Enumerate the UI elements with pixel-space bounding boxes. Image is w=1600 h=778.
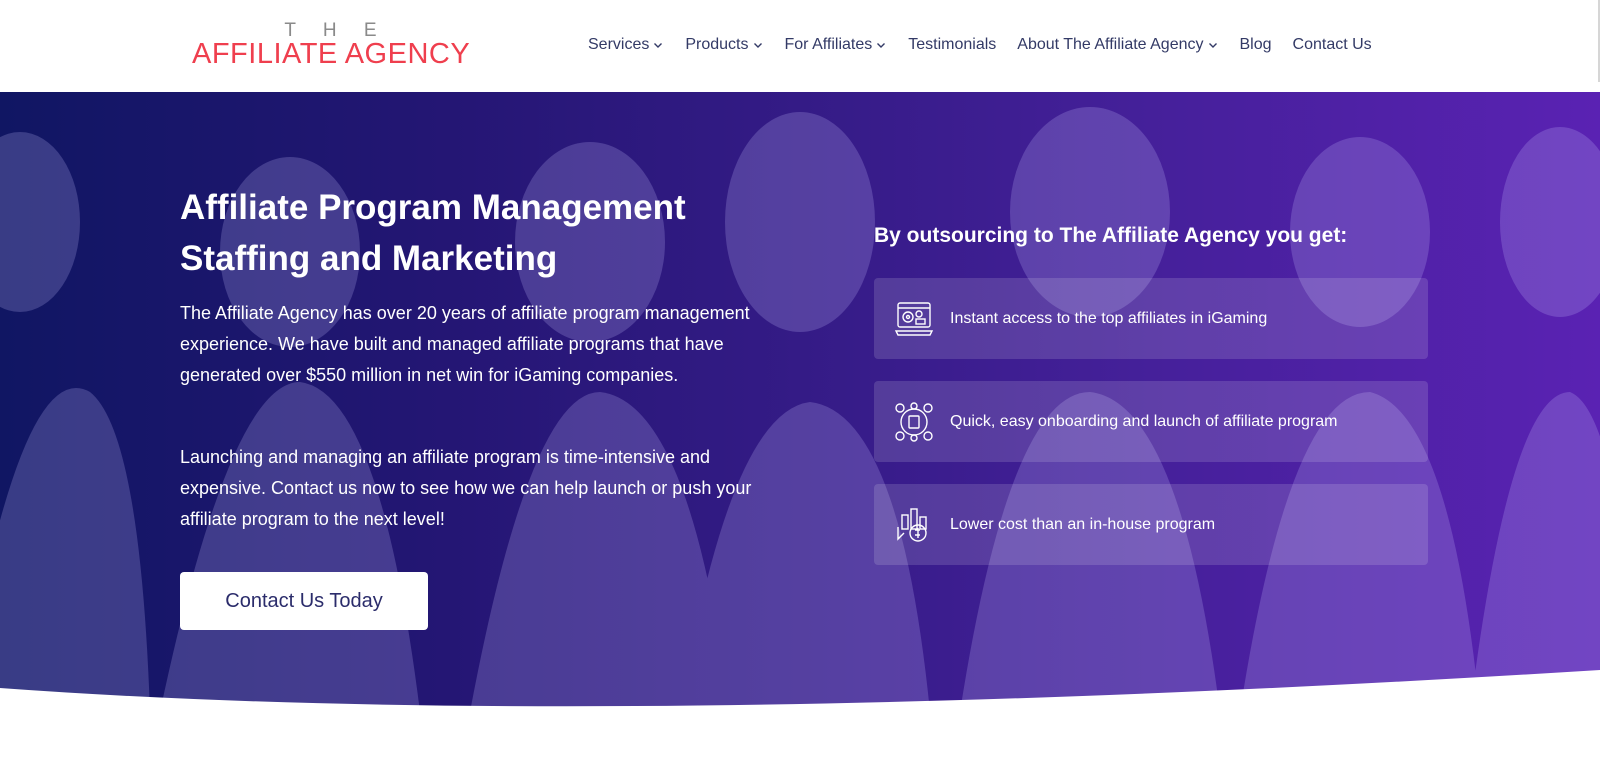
gaming-laptop-icon — [894, 301, 934, 336]
hero-section: Affiliate Program Management Staffing an… — [0, 92, 1600, 712]
hero-paragraph: Launching and managing an affiliate prog… — [180, 447, 752, 529]
site-header: T H E AFFILIATE AGENCY Services Products… — [0, 0, 1600, 92]
benefit-text: Instant access to the top affiliates in … — [950, 309, 1268, 327]
nav-item-label: Products — [685, 36, 749, 53]
logo-main-text: AFFILIATE AGENCY — [192, 38, 471, 70]
hero-paragraph: The Affiliate Agency has over 20 years o… — [180, 303, 750, 385]
chevron-down-icon — [654, 43, 663, 48]
cost-down-icon — [897, 507, 927, 542]
hero-wave-divider — [0, 670, 1600, 712]
nav-item-label: Blog — [1239, 36, 1272, 53]
chevron-down-icon — [753, 43, 762, 48]
nav-item-label: About The Affiliate Agency — [1017, 36, 1204, 53]
benefit-text: Quick, easy onboarding and launch of aff… — [950, 412, 1338, 430]
nav-item-blog[interactable]: Blog — [1240, 36, 1272, 54]
chevron-down-icon — [877, 43, 886, 48]
nav-item-label: Services — [588, 36, 650, 53]
contact-us-today-button[interactable]: Contact Us Today — [180, 572, 428, 630]
nav-item-services[interactable]: Services — [588, 36, 664, 54]
nav-item-products[interactable]: Products — [685, 36, 763, 54]
nav-item-contact[interactable]: Contact Us — [1293, 36, 1372, 54]
nav-item-label: Contact Us — [1292, 36, 1372, 53]
benefit-card: Quick, easy onboarding and launch of aff… — [874, 381, 1428, 462]
nav-item-label: For Affiliates — [784, 36, 873, 53]
nav-item-testimonials[interactable]: Testimonials — [908, 36, 996, 54]
site-logo[interactable]: T H E AFFILIATE AGENCY — [192, 20, 472, 70]
network-onboarding-icon — [895, 401, 933, 442]
benefit-text: Lower cost than an in-house program — [950, 515, 1216, 533]
nav-item-for-affiliates[interactable]: For Affiliates — [785, 36, 888, 54]
nav-item-label: Testimonials — [908, 36, 997, 53]
nav-item-about[interactable]: About The Affiliate Agency — [1017, 36, 1218, 54]
benefit-card: Lower cost than an in-house program — [874, 484, 1428, 565]
benefit-card: Instant access to the top affiliates in … — [874, 278, 1428, 359]
chevron-down-icon — [1208, 43, 1217, 48]
hero-title: Affiliate Program Management Staffing an… — [180, 188, 686, 278]
benefits-title: By outsourcing to The Affiliate Agency y… — [874, 224, 1348, 247]
main-nav: Services Products For Affiliates Testimo… — [588, 34, 1372, 56]
